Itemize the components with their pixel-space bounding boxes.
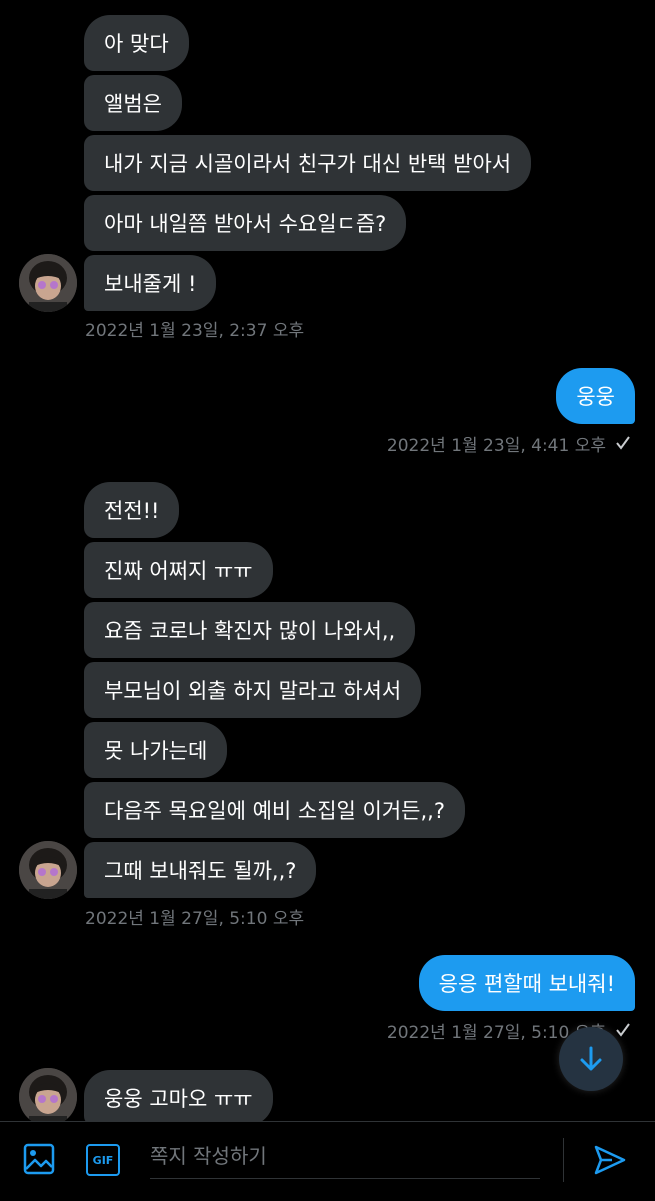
avatar[interactable] [19, 254, 77, 312]
send-button[interactable] [592, 1142, 628, 1182]
incoming-message-bubble[interactable]: 앨범은 [84, 75, 182, 131]
incoming-message-bubble[interactable]: 웅웅 고마오 ㅠㅠ [84, 1070, 273, 1126]
incoming-message-bubble[interactable]: 내가 지금 시골이라서 친구가 대신 반택 받아서 [84, 135, 532, 191]
send-icon [594, 1145, 626, 1175]
outgoing-message-bubble[interactable]: 웅웅 [556, 368, 635, 424]
check-icon [616, 436, 630, 450]
message-composer: GIF [0, 1121, 655, 1201]
gif-icon: GIF [92, 1153, 114, 1167]
gif-button[interactable]: GIF [86, 1144, 120, 1176]
avatar[interactable] [19, 1068, 77, 1126]
incoming-message-bubble[interactable]: 아마 내일쯤 받아서 수요일ㄷ즘? [84, 195, 407, 251]
message-timestamp: 2022년 1월 23일, 2:37 오후 [85, 321, 305, 341]
incoming-message-bubble[interactable]: 아 맞다 [84, 15, 189, 71]
composer-divider [563, 1138, 564, 1182]
incoming-message-bubble[interactable]: 부모님이 외출 하지 말라고 하셔서 [84, 662, 422, 718]
image-button[interactable] [22, 1142, 56, 1180]
message-input[interactable] [150, 1134, 540, 1179]
outgoing-message-bubble[interactable]: 응응 편할때 보내줘! [418, 955, 635, 1011]
incoming-message-bubble[interactable]: 보내줄게 ! [84, 255, 217, 311]
message-timestamp: 2022년 1월 23일, 4:41 오후 [386, 436, 606, 456]
incoming-message-bubble[interactable]: 못 나가는데 [84, 722, 228, 778]
incoming-message-bubble[interactable]: 요즘 코로나 확진자 많이 나와서,, [84, 602, 416, 658]
arrow-down-icon [580, 1046, 602, 1071]
incoming-message-bubble[interactable]: 그때 보내줘도 될까,,? [84, 842, 317, 898]
avatar[interactable] [19, 841, 77, 899]
scroll-down-button[interactable] [559, 1027, 623, 1091]
message-timestamp: 2022년 1월 27일, 5:10 오후 [85, 909, 305, 929]
check-icon [616, 1023, 630, 1037]
incoming-message-bubble[interactable]: 다음주 목요일에 예비 소집일 이거든,,? [84, 782, 465, 838]
image-icon [23, 1143, 55, 1175]
incoming-message-bubble[interactable]: 진짜 어쩌지 ㅠㅠ [84, 542, 273, 598]
incoming-message-bubble[interactable]: 전전!! [84, 482, 180, 538]
